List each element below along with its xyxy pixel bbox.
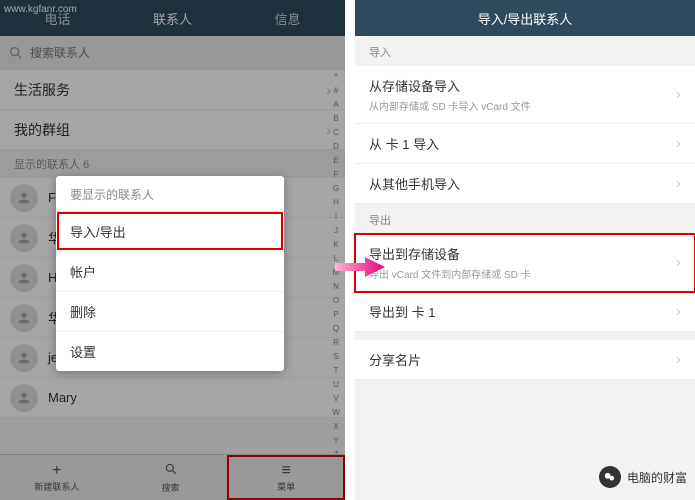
popup-delete[interactable]: 删除 bbox=[56, 291, 284, 331]
item-subtitle: 导出 vCard 文件到内部存储或 SD 卡 bbox=[369, 266, 531, 281]
popup-title: 要显示的联系人 bbox=[56, 176, 284, 211]
export-section-header: 导出 bbox=[355, 204, 695, 234]
share-namecard[interactable]: 分享名片 › bbox=[355, 340, 695, 380]
contacts-menu-popup: 要显示的联系人 导入/导出 帐户 删除 设置 bbox=[56, 176, 284, 371]
page-title: 导入/导出联系人 bbox=[355, 0, 695, 36]
chevron-right-icon: › bbox=[676, 351, 681, 369]
export-to-storage[interactable]: 导出到存储设备 导出 vCard 文件到内部存储或 SD 卡 › bbox=[355, 234, 695, 292]
import-section-header: 导入 bbox=[355, 36, 695, 66]
import-from-storage[interactable]: 从存储设备导入 从内部存储或 SD 卡导入 vCard 文件 › bbox=[355, 66, 695, 124]
import-export-screen: 导入/导出联系人 导入 从存储设备导入 从内部存储或 SD 卡导入 vCard … bbox=[355, 0, 695, 500]
chevron-right-icon: › bbox=[676, 175, 681, 193]
item-title: 从存储设备导入 bbox=[369, 76, 531, 95]
item-title: 从其他手机导入 bbox=[369, 174, 460, 193]
popup-accounts[interactable]: 帐户 bbox=[56, 251, 284, 291]
wechat-signature: 电脑的财富 bbox=[599, 466, 687, 488]
import-from-sim1[interactable]: 从 卡 1 导入 › bbox=[355, 124, 695, 164]
import-from-other-phone[interactable]: 从其他手机导入 › bbox=[355, 164, 695, 204]
chevron-right-icon: › bbox=[676, 86, 681, 104]
item-title: 分享名片 bbox=[369, 350, 421, 369]
export-to-sim1[interactable]: 导出到 卡 1 › bbox=[355, 292, 695, 332]
wechat-icon bbox=[599, 466, 621, 488]
chevron-right-icon: › bbox=[676, 254, 681, 272]
item-title: 导出到存储设备 bbox=[369, 244, 531, 263]
popup-settings[interactable]: 设置 bbox=[56, 331, 284, 371]
item-title: 从 卡 1 导入 bbox=[369, 134, 439, 153]
chevron-right-icon: › bbox=[676, 135, 681, 153]
popup-import-export[interactable]: 导入/导出 bbox=[56, 211, 284, 251]
item-subtitle: 从内部存储或 SD 卡导入 vCard 文件 bbox=[369, 98, 531, 113]
item-title: 导出到 卡 1 bbox=[369, 302, 435, 321]
wechat-label: 电脑的财富 bbox=[627, 469, 687, 486]
chevron-right-icon: › bbox=[676, 303, 681, 321]
guide-arrow-icon bbox=[335, 255, 385, 284]
